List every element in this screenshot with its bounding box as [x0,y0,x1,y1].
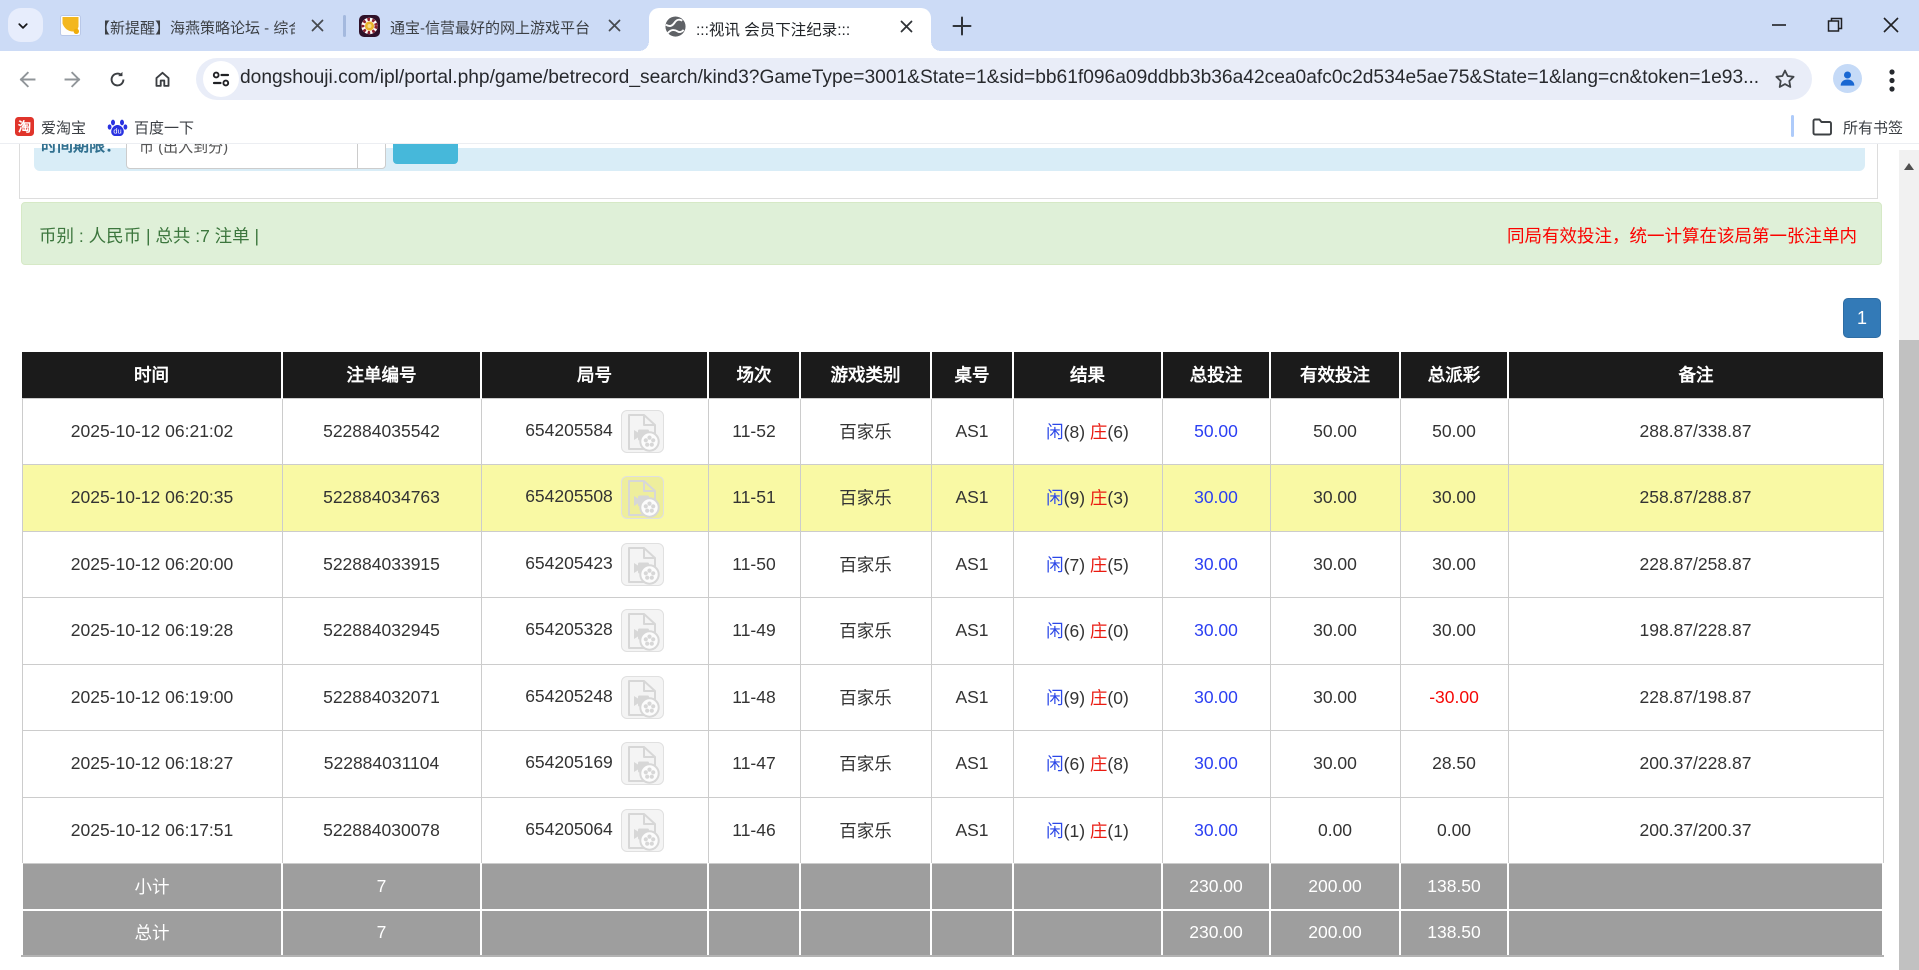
svg-text:淘: 淘 [18,118,31,134]
svg-text:du: du [113,127,121,136]
